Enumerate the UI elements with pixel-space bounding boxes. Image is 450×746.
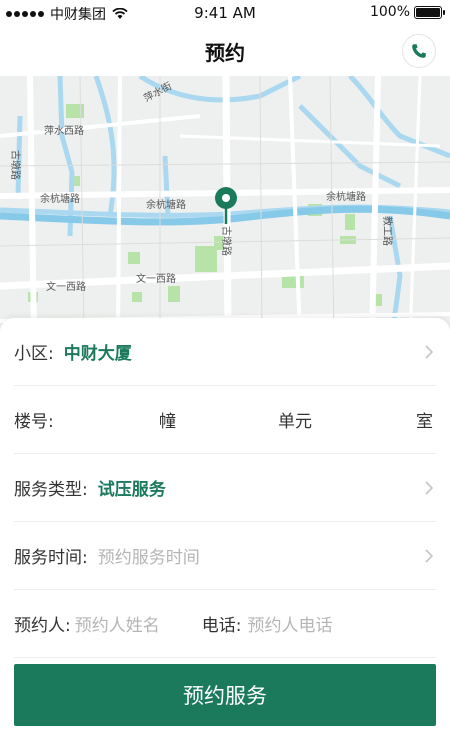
booker-label: 预约人:	[14, 616, 71, 636]
phone-icon	[412, 44, 426, 58]
service-type-value: 试压服务	[97, 480, 166, 500]
unit-number-field[interactable]: 单元	[278, 407, 312, 432]
map-label-jiaogong-road: 教工路	[381, 216, 394, 246]
map-canvas: 萍水街 萍水西路 古墩路 余杭塘路 余杭塘路 余杭塘路 古墩路 教工路 文一西路…	[0, 76, 450, 336]
phone-label: 电话:	[201, 616, 242, 636]
phone-number-field[interactable]: 预约人电话	[247, 611, 332, 636]
community-value: 中财大厦	[63, 344, 132, 364]
chevron-right-icon	[425, 345, 434, 359]
chevron-right-icon	[425, 481, 434, 495]
nav-bar: 预约	[0, 26, 450, 76]
service-time-row[interactable]: 服务时间: 预约服务时间	[14, 522, 436, 590]
map-label-yuhangtang-road-right: 余杭塘路	[326, 190, 366, 203]
map-label-pingshui-street: 萍水街	[141, 79, 174, 105]
building-label: 楼号:	[14, 412, 54, 432]
building-number-field[interactable]: 幢	[159, 407, 176, 432]
map-label-pingshui-west-road: 萍水西路	[44, 124, 84, 137]
map-label-gudun-road-left: 古墩路	[9, 150, 22, 180]
page-title: 预约	[205, 41, 245, 65]
community-label: 小区:	[14, 344, 54, 364]
map-label-wenyi-west-road-mid: 文一西路	[136, 272, 176, 285]
building-row: 楼号: 幢 单元 室	[14, 386, 436, 454]
battery-icon	[414, 5, 445, 19]
submit-booking-button[interactable]: 预约服务	[14, 664, 436, 726]
status-right: 100%	[369, 4, 445, 20]
map-label-yuhangtang-road-mid: 余杭塘路	[146, 198, 186, 211]
chevron-right-icon	[425, 549, 434, 563]
service-time-field[interactable]: 预约服务时间	[98, 543, 200, 568]
map-view[interactable]: 萍水街 萍水西路 古墩路 余杭塘路 余杭塘路 余杭塘路 古墩路 教工路 文一西路…	[0, 76, 450, 336]
status-bar: 中财集团 9:41 AM 100%	[0, 0, 450, 26]
booker-name-field[interactable]: 预约人姓名	[75, 611, 160, 636]
room-number-field[interactable]: 室	[416, 407, 433, 432]
service-type-label: 服务类型:	[14, 480, 88, 500]
battery-percent: 100%	[369, 4, 410, 20]
call-button[interactable]	[402, 34, 436, 68]
map-label-gudun-road-mid: 古墩路	[220, 226, 233, 256]
service-time-label: 服务时间:	[14, 548, 88, 568]
community-row[interactable]: 小区: 中财大厦	[14, 318, 436, 386]
contact-row: 预约人: 预约人姓名 电话: 预约人电话	[14, 590, 436, 658]
service-type-row[interactable]: 服务类型: 试压服务	[14, 454, 436, 522]
map-label-wenyi-west-road-left: 文一西路	[46, 280, 86, 293]
map-label-yuhangtang-road-left: 余杭塘路	[40, 192, 80, 205]
